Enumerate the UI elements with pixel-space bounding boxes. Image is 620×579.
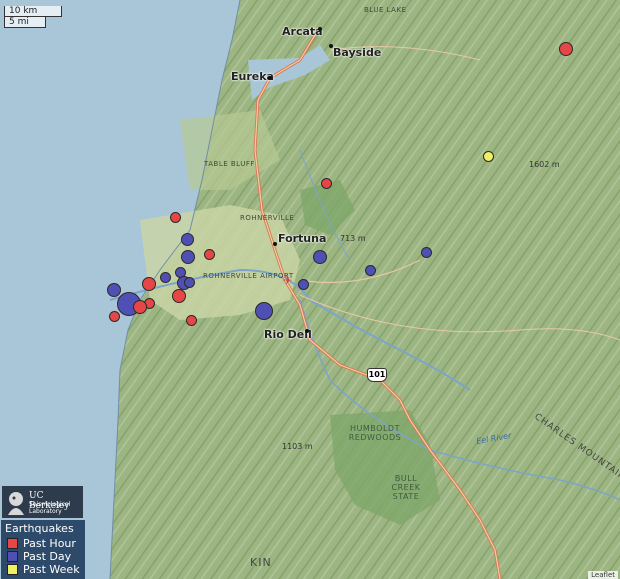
legend-item-past-hour: Past Hour <box>1 537 85 550</box>
city-marker-bayside <box>329 44 333 48</box>
earthquake-legend: Earthquakes Past Hour Past Day Past Week <box>1 520 85 579</box>
quake-marker[interactable] <box>421 247 432 258</box>
quake-marker[interactable] <box>559 42 573 56</box>
seismolab-emblem-icon <box>8 492 24 515</box>
ucb-seismo-logo: UC Berkeley Seismological Laboratory <box>2 486 83 518</box>
quake-marker[interactable] <box>321 178 332 189</box>
legend-item-past-day: Past Day <box>1 550 85 563</box>
legend-label: Past Day <box>23 550 72 563</box>
quake-marker[interactable] <box>181 250 195 264</box>
label-fortuna[interactable]: Fortuna <box>278 232 326 245</box>
quake-marker[interactable] <box>181 233 194 246</box>
scale-bar: 10 km 5 mi <box>4 6 62 28</box>
quake-marker[interactable] <box>204 249 215 260</box>
quake-marker[interactable] <box>142 277 156 291</box>
legend-label: Past Hour <box>23 537 76 550</box>
city-marker-arcata <box>318 27 322 31</box>
logo-line2: Seismological <box>29 501 71 508</box>
attribution-link[interactable]: Leaflet <box>588 571 618 579</box>
quake-marker[interactable] <box>109 311 120 322</box>
label-rohnerville: ROHNERVILLE <box>240 214 295 222</box>
quake-marker[interactable] <box>483 151 494 162</box>
quake-marker[interactable] <box>186 315 197 326</box>
city-marker-eureka <box>268 76 272 80</box>
label-bayside[interactable]: Bayside <box>333 46 381 59</box>
scale-mi: 5 mi <box>4 17 46 28</box>
legend-label: Past Week <box>23 563 80 576</box>
label-arcata[interactable]: Arcata <box>282 25 323 38</box>
city-marker-fortuna <box>273 242 277 246</box>
map[interactable]: 10 km 5 mi BLUE LAKE Arcata Bayside Eure… <box>0 0 620 579</box>
legend-swatch-red <box>7 538 18 549</box>
legend-item-past-week: Past Week <box>1 563 85 576</box>
legend-swatch-yellow <box>7 564 18 575</box>
airport-icon: ✈ <box>283 274 293 287</box>
quake-marker[interactable] <box>313 250 327 264</box>
label-bull-creek-state: BULL CREEK STATE <box>391 474 421 501</box>
quake-marker[interactable] <box>298 279 309 290</box>
label-peak-713: 713 m <box>340 234 366 243</box>
label-peak-1103: 1103 m <box>282 442 313 451</box>
label-humboldt-redwoods: HUMBOLDT REDWOODS <box>348 424 402 442</box>
quake-marker[interactable] <box>184 277 195 288</box>
quake-marker[interactable] <box>170 212 181 223</box>
quake-marker[interactable] <box>365 265 376 276</box>
scale-km: 10 km <box>4 6 62 17</box>
city-marker-rio-dell <box>305 329 309 333</box>
quake-marker[interactable] <box>172 289 186 303</box>
label-table-bluff: TABLE BLUFF <box>204 160 255 168</box>
quake-marker[interactable] <box>107 283 121 297</box>
highway-101-shield: 101 <box>367 368 387 382</box>
logo-line3: Laboratory <box>29 508 62 515</box>
terrain-base <box>0 0 620 579</box>
quake-marker[interactable] <box>133 300 147 314</box>
quake-marker[interactable] <box>160 272 171 283</box>
label-blue-lake: BLUE LAKE <box>364 6 407 14</box>
legend-title: Earthquakes <box>5 522 74 535</box>
label-airport: ROHNERVILLE AIRPORT <box>203 272 294 280</box>
label-peak-1602: 1602 m <box>529 160 560 169</box>
quake-marker[interactable] <box>255 302 273 320</box>
label-kin: KIN <box>250 556 272 569</box>
legend-swatch-blue <box>7 551 18 562</box>
